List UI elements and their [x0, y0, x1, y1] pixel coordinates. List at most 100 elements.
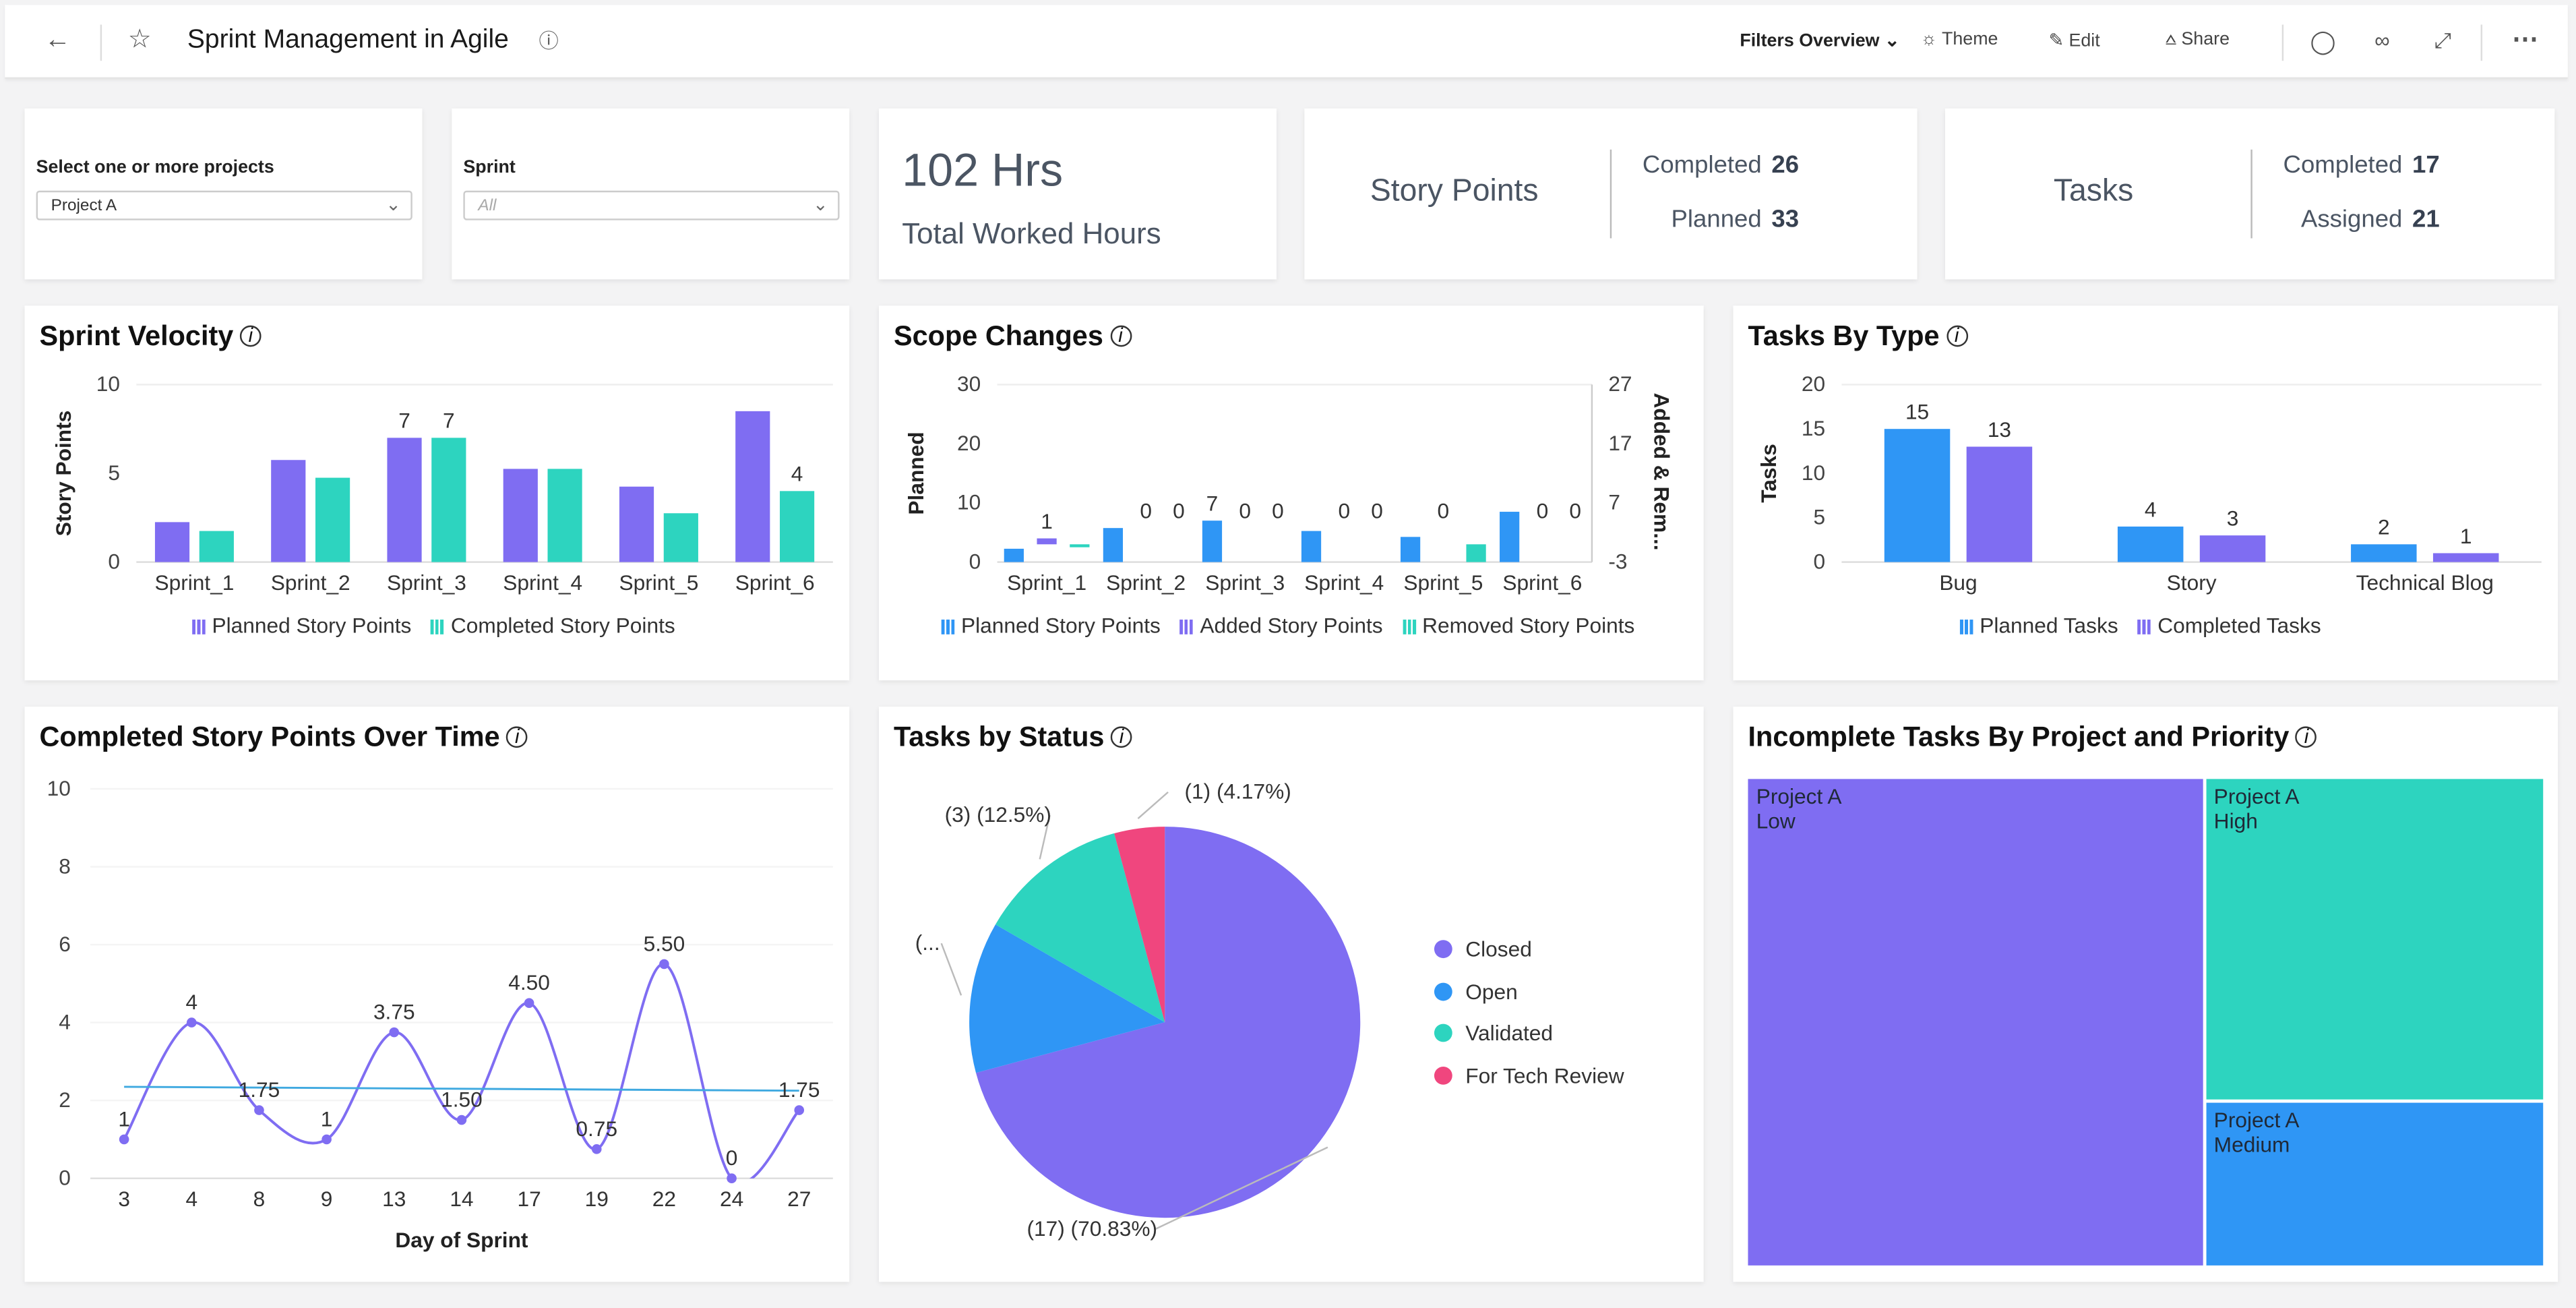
- y-tick-label: 2: [59, 1088, 71, 1112]
- y2-tick-label: 27: [1608, 371, 1632, 396]
- completed-over-time-card: Completed Story Points Over Time i 024681…: [24, 707, 850, 1282]
- x-tick-label: Sprint_5: [619, 570, 698, 595]
- treemap-cell[interactable]: Project A Medium: [2205, 1103, 2544, 1266]
- bar: [547, 469, 582, 562]
- pie-chart-icon: [1434, 1065, 1452, 1084]
- data-point: [186, 1017, 197, 1028]
- x-tick-label: Technical Blog: [2356, 570, 2494, 595]
- star-icon[interactable]: ☆: [123, 25, 156, 58]
- data-label: 4: [2145, 497, 2157, 521]
- bar: [2117, 526, 2184, 562]
- legend-item[interactable]: Open: [1434, 979, 1624, 1021]
- data-label: 0: [1569, 498, 1581, 523]
- bar: [199, 531, 234, 562]
- x-tick-label: Sprint_2: [271, 570, 350, 595]
- legend-item[interactable]: Planned Story Points: [941, 613, 1161, 638]
- data-label: 7: [1206, 492, 1219, 516]
- filters-overview-button[interactable]: Filters Overview ⌄: [1740, 30, 1899, 51]
- expand-icon[interactable]: ⤢: [2426, 25, 2459, 58]
- share-label: Share: [2181, 29, 2230, 50]
- leader-line: [1137, 791, 1169, 819]
- bar-chart-icon: [1180, 619, 1194, 634]
- projects-select[interactable]: Project A ⌄: [36, 190, 412, 220]
- chevron-down-icon: ⌄: [1884, 31, 1900, 51]
- pie-chart-icon: [1434, 1023, 1452, 1042]
- legend-label: Completed Tasks: [2157, 613, 2321, 638]
- completed-over-time-chart: 02468103 4 8 9 13 14 17 19 22 24 27Day of Sprint14…: [47, 776, 833, 1252]
- divider: [2480, 24, 2483, 61]
- bar: [780, 491, 815, 562]
- sprint-select[interactable]: All ⌄: [463, 190, 840, 220]
- data-label: 0: [1272, 498, 1284, 523]
- data-label: 0: [1438, 498, 1450, 523]
- info-icon[interactable]: ⓘ: [532, 25, 565, 58]
- legend-item[interactable]: Removed Story Points: [1402, 613, 1634, 638]
- data-label: 0.75: [576, 1117, 617, 1141]
- data-point: [659, 959, 669, 970]
- legend-item[interactable]: Planned Story Points: [192, 613, 411, 638]
- treemap-cell[interactable]: Project A Low: [1748, 779, 2203, 1266]
- more-icon[interactable]: ⋯: [2509, 25, 2542, 58]
- legend-label: Completed Story Points: [450, 613, 675, 638]
- pie-chart-icon: [1434, 940, 1452, 959]
- legend-item[interactable]: Completed Story Points: [431, 613, 675, 638]
- incomplete-tasks-card: Incomplete Tasks By Project and Priority…: [1733, 707, 2558, 1282]
- data-label: 1: [1041, 509, 1053, 533]
- edit-button[interactable]: ✎ Edit: [2049, 30, 2100, 51]
- sprint-velocity-card: Sprint Velocity i 0 5 10 Story Points Sprint_…: [24, 305, 850, 681]
- bar: [387, 438, 422, 562]
- y2-tick-label: 7: [1608, 490, 1620, 514]
- bar: [503, 469, 538, 562]
- legend-item[interactable]: Planned Tasks: [1959, 613, 2118, 638]
- projects-select-value: Project A: [51, 197, 117, 216]
- bar: [431, 438, 466, 562]
- story-points-completed: Completed 26: [1643, 151, 1799, 179]
- bar: [1500, 512, 1520, 562]
- share-button[interactable]: ⩟ Share: [2166, 30, 2230, 51]
- data-label: 1.75: [239, 1077, 280, 1102]
- arrow-left-icon[interactable]: ←: [41, 25, 74, 58]
- data-label: 1.50: [441, 1088, 483, 1112]
- x-tick-label: 9: [321, 1187, 333, 1211]
- slice-label: (...: [915, 930, 940, 955]
- planned-value: 33: [1771, 205, 1800, 234]
- x-tick-label: 22: [652, 1187, 676, 1211]
- chart-legend: Planned Tasks Completed Tasks: [1959, 613, 2341, 638]
- x-tick-label: Sprint_2: [1106, 570, 1186, 595]
- bar: [1004, 548, 1024, 562]
- data-label: 0: [1173, 498, 1185, 523]
- treemap-cell[interactable]: Project A High: [2205, 779, 2544, 1100]
- treemap-project-label: Project A: [1756, 783, 1842, 809]
- x-tick-label: Sprint_1: [1007, 570, 1086, 595]
- data-label: 13: [1988, 417, 2011, 442]
- treemap-priority-label: Low: [1756, 808, 1796, 833]
- chevron-down-icon: ⌄: [813, 196, 828, 216]
- y-tick-label: 6: [59, 932, 71, 956]
- data-label: 3.75: [373, 1000, 415, 1024]
- view-icon[interactable]: ∞: [2366, 25, 2399, 58]
- sprint-filter-card: Sprint All ⌄: [452, 108, 850, 280]
- chart-legend: Planned Story Points Completed Story Poin…: [192, 613, 695, 638]
- comment-icon[interactable]: ◯: [2306, 25, 2339, 58]
- legend-item[interactable]: Completed Tasks: [2137, 613, 2321, 638]
- legend-item[interactable]: Validated: [1434, 1021, 1624, 1063]
- x-tick-label: 13: [382, 1187, 406, 1211]
- slice-label: (3) (12.5%): [945, 802, 1051, 827]
- x-axis-label: Day of Sprint: [395, 1228, 528, 1252]
- data-label: 0: [1371, 498, 1383, 523]
- leader-line: [940, 943, 962, 996]
- theme-button[interactable]: ☼ Theme: [1920, 30, 1998, 49]
- y2-tick-label: -3: [1608, 549, 1627, 573]
- scope-changes-card: Scope Changes i 0 10 20 30 -3 7 17 27 Added & Rem…: [879, 305, 1704, 681]
- bar-chart-icon: [431, 619, 445, 634]
- legend-item[interactable]: For Tech Review: [1434, 1063, 1624, 1104]
- y-tick-label: 0: [969, 549, 981, 573]
- theme-label: Theme: [1942, 29, 1998, 50]
- x-tick-label: Sprint_4: [1304, 570, 1384, 595]
- chevron-down-icon: ⌄: [386, 196, 401, 216]
- legend-item[interactable]: Closed: [1434, 937, 1624, 978]
- info-icon[interactable]: i: [2296, 726, 2317, 748]
- legend-item[interactable]: Added Story Points: [1180, 613, 1383, 638]
- data-label: 1.75: [778, 1077, 820, 1102]
- y-tick-label: 10: [957, 490, 981, 514]
